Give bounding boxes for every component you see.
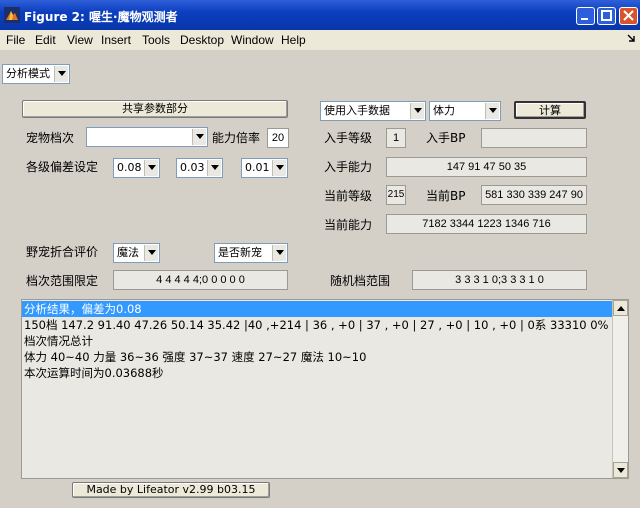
results-listbox[interactable]: 分析结果，偏差为0.08 150档 147.2 91.40 47.26 50.1… [21,299,629,479]
deviation-value-1: 0.08 [117,161,142,174]
chevron-down-icon [272,245,286,261]
figure-panel: 分析模式 共享参数部分 使用入手数据 体力 计算 宠物档次 能力倍率 20 入手… [0,50,640,508]
dock-arrow-icon[interactable] [626,33,636,45]
pet-grade-label: 宠物档次 [26,131,75,145]
about-button[interactable]: Made by Lifeator v2.99 b03.15 [72,482,270,498]
chevron-down-icon [192,129,206,145]
chevron-down-icon [272,160,286,176]
pet-grade-select[interactable] [86,127,208,147]
wild-eval-label: 野宠折合评价 [26,245,99,259]
menu-edit[interactable]: Edit [35,33,56,47]
current-ability-label: 当前能力 [324,218,373,232]
shared-params-button[interactable]: 共享参数部分 [22,100,288,118]
attribute-select-value: 体力 [433,104,455,117]
deviation-value-2: 0.03 [180,161,205,174]
deviation-select-1[interactable]: 0.08 [113,158,160,178]
menu-file[interactable]: File [6,33,25,47]
menu-bar: File Edit View Insert Tools Desktop Wind… [0,30,640,50]
deviation-select-2[interactable]: 0.03 [176,158,223,178]
current-bp-input[interactable]: 581 330 339 247 90 [481,185,587,205]
wild-eval-select[interactable]: 魔法 [113,243,160,263]
entry-level-input[interactable]: 1 [386,128,406,148]
current-level-input[interactable]: 215 [386,185,406,205]
input-source-value: 使用入手数据 [324,104,390,117]
entry-level-label: 入手等级 [324,131,373,145]
list-item[interactable]: 分析结果，偏差为0.08 [22,301,613,317]
calculate-button[interactable]: 计算 [514,101,586,119]
menu-tools[interactable]: Tools [142,33,170,47]
title-bar: Figure 2: 喔生·魔物观测者 [0,0,640,30]
input-source-select[interactable]: 使用入手数据 [320,101,426,121]
chevron-down-icon [485,103,499,119]
wild-eval-value: 魔法 [117,246,139,259]
mode-select-value: 分析模式 [6,67,50,80]
random-range-label: 随机档范围 [330,274,391,288]
close-icon [623,10,634,21]
deviation-value-3: 0.01 [245,161,270,174]
scroll-down-button[interactable] [613,462,628,478]
entry-bp-label: 入手BP [426,131,466,145]
entry-ability-input[interactable]: 147 91 47 50 35 [386,157,587,177]
menu-desktop[interactable]: Desktop [180,33,224,47]
chevron-down-icon [144,160,158,176]
menu-insert[interactable]: Insert [101,33,131,47]
deviation-select-3[interactable]: 0.01 [241,158,288,178]
random-range-input[interactable]: 3 3 3 1 0;3 3 3 1 0 [412,270,587,290]
close-button[interactable] [619,7,638,25]
newborn-select[interactable]: 是否新宠 [214,243,288,263]
matlab-icon [4,7,20,23]
maximize-button[interactable] [597,7,616,25]
attribute-select[interactable]: 体力 [429,101,501,121]
chevron-down-icon [410,103,424,119]
deviation-label: 各级偏差设定 [26,160,99,174]
ability-multiplier-input[interactable]: 20 [267,128,289,148]
list-item[interactable]: 体力 40~40 力量 36~36 强度 37~37 速度 27~27 魔法 1… [24,349,366,365]
chevron-down-icon [617,468,625,473]
chevron-down-icon [54,66,68,82]
chevron-down-icon [144,245,158,261]
list-item[interactable]: 本次运算时间为0.03688秒 [24,365,164,381]
list-item[interactable]: 档次情况总计 [24,333,93,349]
newborn-select-value: 是否新宠 [218,246,262,259]
entry-bp-input[interactable] [481,128,587,148]
scroll-up-button[interactable] [613,300,628,316]
vertical-scrollbar[interactable] [612,300,628,478]
chevron-up-icon [617,306,625,311]
menu-help[interactable]: Help [281,33,306,47]
list-item[interactable]: 150档 147.2 91.40 47.26 50.14 35.42 |40 ,… [24,317,618,333]
grade-range-input[interactable]: 4 4 4 4 4;0 0 0 0 0 [113,270,288,290]
maximize-icon [601,10,612,21]
menu-window[interactable]: Window [231,33,274,47]
grade-range-label: 档次范围限定 [26,274,99,288]
minimize-button[interactable] [576,7,595,25]
mode-select[interactable]: 分析模式 [2,64,70,84]
current-level-label: 当前等级 [324,189,373,203]
ability-multiplier-label: 能力倍率 [212,131,261,145]
window-title: Figure 2: 喔生·魔物观测者 [24,10,178,24]
chevron-down-icon [207,160,221,176]
entry-ability-label: 入手能力 [324,160,373,174]
menu-view[interactable]: View [67,33,93,47]
minimize-icon [581,18,588,20]
current-ability-input[interactable]: 7182 3344 1223 1346 716 [386,214,587,234]
current-bp-label: 当前BP [426,189,466,203]
